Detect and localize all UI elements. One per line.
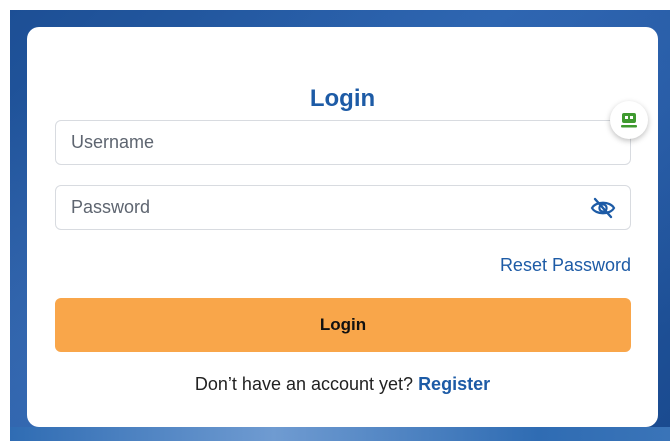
page-title: Login <box>309 85 376 112</box>
reset-password-link[interactable]: Reset Password <box>500 255 631 276</box>
eye-slash-icon[interactable] <box>590 196 616 220</box>
username-input[interactable] <box>56 121 630 164</box>
page-background-strip <box>10 427 670 441</box>
username-field[interactable] <box>55 120 631 165</box>
password-field[interactable] <box>55 185 631 230</box>
register-link[interactable]: Register <box>418 374 490 394</box>
password-input[interactable] <box>56 186 630 229</box>
login-button[interactable]: Login <box>55 298 631 352</box>
register-prompt: Don’t have an account yet? Register <box>27 374 658 395</box>
register-prompt-text: Don’t have an account yet? <box>194 374 419 394</box>
password-manager-extension-button[interactable] <box>610 101 648 139</box>
robot-icon <box>621 113 637 128</box>
login-card: Login Reset Password Login Don’t have an… <box>27 27 658 427</box>
